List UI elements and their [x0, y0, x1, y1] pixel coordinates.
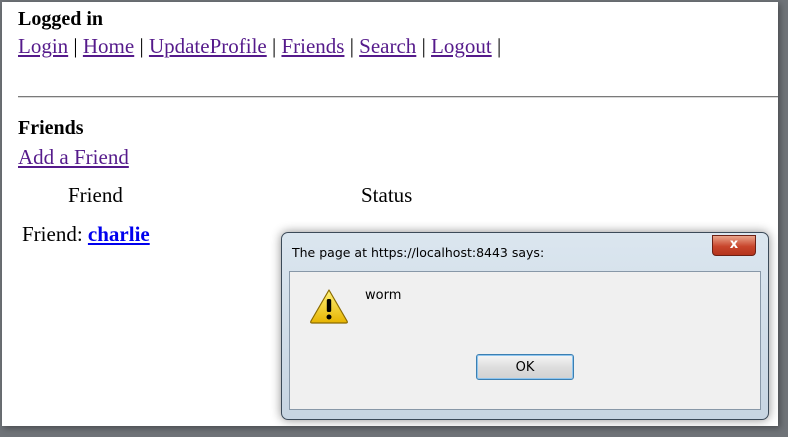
nav-link-search[interactable]: Search [359, 34, 416, 58]
nav-separator: | [73, 34, 78, 58]
nav-separator: | [139, 34, 144, 58]
nav-separator: | [271, 34, 277, 58]
horizontal-rule [18, 96, 778, 98]
alert-dialog: The page at https://localhost:8443 says:… [281, 232, 769, 420]
column-header-friend: Friend [68, 183, 123, 207]
browser-page: Logged in Login | Home | UpdateProfile |… [2, 2, 778, 426]
nav-link-home[interactable]: Home [83, 34, 134, 58]
nav-link-update-profile[interactable]: UpdateProfile [149, 34, 267, 58]
dialog-message: worm [365, 288, 402, 303]
add-friend-link[interactable]: Add a Friend [18, 145, 129, 170]
nav-link-login[interactable]: Login [18, 34, 68, 58]
dialog-title: The page at https://localhost:8443 says: [292, 245, 545, 260]
section-title: Friends [18, 117, 84, 139]
nav-separator: | [349, 34, 354, 58]
dialog-close-button[interactable]: x [712, 235, 756, 256]
nav-bar: Login | Home | UpdateProfile | Friends |… [18, 34, 501, 59]
login-status: Logged in [18, 8, 104, 30]
ok-button[interactable]: OK [476, 354, 574, 380]
friend-label: Friend: [22, 222, 83, 246]
friend-row: Friend: charlie [22, 222, 150, 247]
friend-name-link[interactable]: charlie [88, 222, 150, 246]
nav-link-logout[interactable]: Logout [431, 34, 492, 58]
warning-icon [310, 289, 348, 324]
nav-link-friends[interactable]: Friends [281, 34, 344, 58]
nav-separator: | [421, 34, 426, 58]
dialog-body: worm OK [289, 271, 761, 410]
nav-separator: | [496, 34, 502, 58]
column-header-status: Status [361, 183, 413, 207]
